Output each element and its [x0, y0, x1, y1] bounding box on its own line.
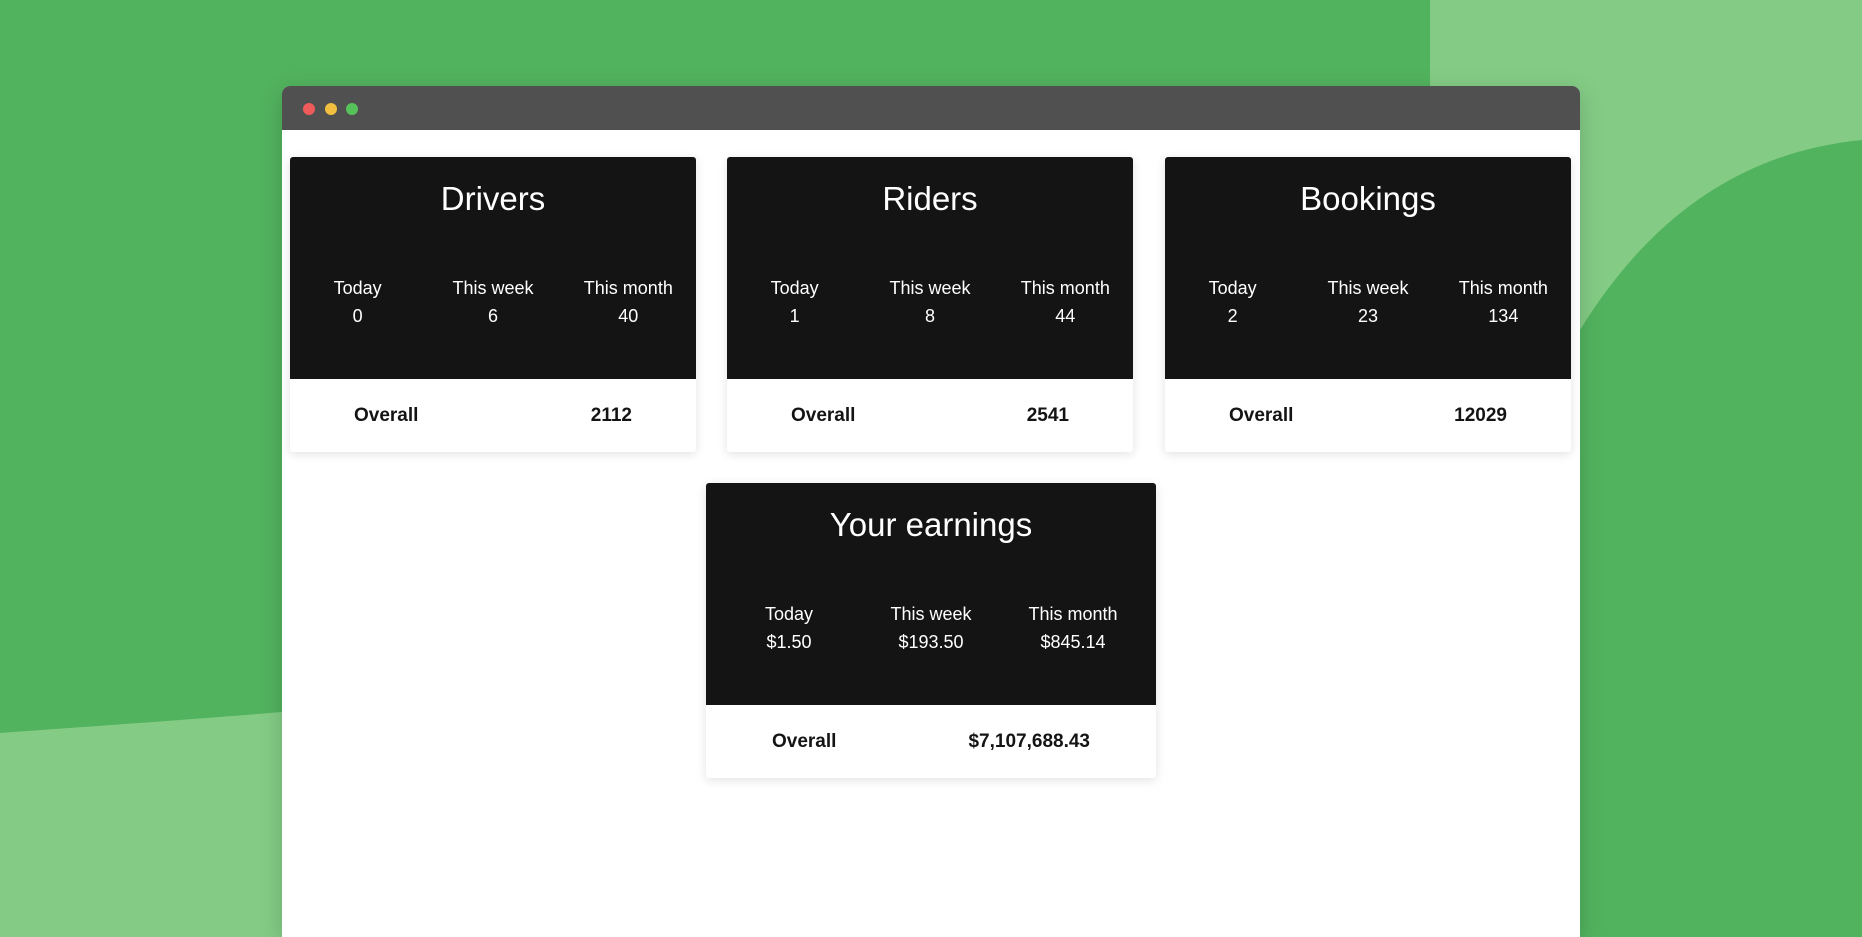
stat-value: $845.14	[1040, 632, 1106, 652]
stat-value: $1.50	[766, 632, 812, 652]
drivers-stat-today: Today 0	[290, 274, 425, 330]
bookings-card: Bookings Today 2 This week 23 This month…	[1165, 157, 1571, 452]
stat-label: Today	[764, 604, 814, 624]
drivers-card-header: Drivers Today 0 This week 6 This month 4…	[290, 157, 696, 379]
stat-label: Today	[770, 278, 819, 298]
bookings-card-header: Bookings Today 2 This week 23 This month…	[1165, 157, 1571, 379]
minimize-window-button[interactable]	[325, 103, 337, 115]
drivers-card-title: Drivers	[440, 180, 546, 217]
stat-label: This week	[452, 278, 534, 298]
earnings-stat-today: Today $1.50	[718, 600, 860, 656]
overall-label: Overall	[354, 404, 419, 426]
stat-label: This month	[1020, 278, 1110, 298]
bookings-card-title: Bookings	[1300, 180, 1436, 217]
overall-label: Overall	[772, 730, 837, 752]
drivers-stat-month: This month 40	[561, 274, 696, 330]
overall-value: 2112	[590, 404, 632, 426]
bookings-stat-week: This week 23	[1300, 274, 1435, 330]
earnings-stat-month: This month $845.14	[1002, 600, 1144, 656]
drivers-card: Drivers Today 0 This week 6 This month 4…	[290, 157, 696, 452]
stat-label: This week	[890, 604, 972, 624]
earnings-stats: Today $1.50 This week $193.50 This month…	[706, 600, 1156, 656]
riders-stat-today: Today 1	[727, 274, 862, 330]
riders-card-header: Riders Today 1 This week 8 This month 44	[727, 157, 1133, 379]
stat-value: 2	[1227, 306, 1238, 326]
stat-value: 23	[1357, 306, 1378, 326]
riders-stats: Today 1 This week 8 This month 44	[727, 274, 1133, 330]
earnings-overall: Overall $7,107,688.43	[706, 705, 1156, 778]
stat-label: This week	[889, 278, 971, 298]
drivers-overall: Overall 2112	[290, 379, 696, 452]
overall-label: Overall	[1229, 404, 1294, 426]
overall-label: Overall	[791, 404, 856, 426]
stat-label: This week	[1327, 278, 1409, 298]
overall-value: 2541	[1026, 404, 1069, 426]
close-window-button[interactable]	[303, 103, 315, 115]
bookings-stat-today: Today 2	[1165, 274, 1300, 330]
riders-stat-month: This month 44	[998, 274, 1133, 330]
stat-value: $193.50	[898, 632, 964, 652]
drivers-stat-week: This week 6	[425, 274, 560, 330]
earnings-card-title: Your earnings	[829, 506, 1033, 543]
riders-card: Riders Today 1 This week 8 This month 44…	[727, 157, 1133, 452]
maximize-window-button[interactable]	[346, 103, 358, 115]
stat-value: 6	[487, 306, 498, 326]
stat-value: 44	[1055, 306, 1076, 326]
riders-overall: Overall 2541	[727, 379, 1133, 452]
earnings-card-header: Your earnings Today $1.50 This week $193…	[706, 483, 1156, 705]
stat-label: Today	[1208, 278, 1257, 298]
bookings-stat-month: This month 134	[1436, 274, 1571, 330]
riders-stat-week: This week 8	[862, 274, 997, 330]
stat-value: 0	[352, 306, 363, 326]
bookings-stats: Today 2 This week 23 This month 134	[1165, 274, 1571, 330]
overall-value: $7,107,688.43	[968, 730, 1090, 752]
stat-value: 8	[924, 306, 935, 326]
browser-window: Drivers Today 0 This week 6 This month 4…	[282, 86, 1580, 937]
stat-value: 1	[789, 306, 800, 326]
stat-label: This month	[1458, 278, 1548, 298]
window-titlebar	[282, 86, 1580, 130]
stat-value: 40	[618, 306, 639, 326]
drivers-stats: Today 0 This week 6 This month 40	[290, 274, 696, 330]
stat-label: This month	[583, 278, 673, 298]
stat-label: This month	[1028, 604, 1118, 624]
stat-value: 134	[1488, 306, 1519, 326]
overall-value: 12029	[1454, 404, 1507, 426]
earnings-stat-week: This week $193.50	[860, 600, 1002, 656]
stat-label: Today	[333, 278, 382, 298]
riders-card-title: Riders	[882, 180, 978, 217]
earnings-card: Your earnings Today $1.50 This week $193…	[706, 483, 1156, 778]
bookings-overall: Overall 12029	[1165, 379, 1571, 452]
